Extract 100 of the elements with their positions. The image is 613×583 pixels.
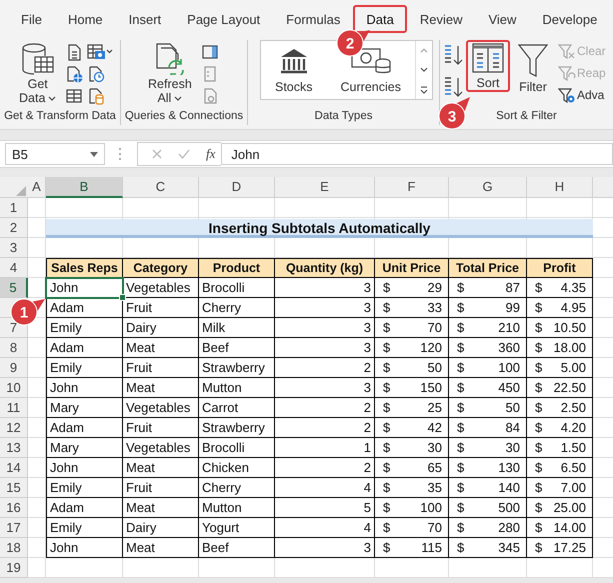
table-cell: Vegetables <box>123 438 199 458</box>
table-cell: Carrot <box>199 398 275 418</box>
amount: 25.00 <box>553 499 586 517</box>
amount: 42 <box>428 419 442 437</box>
amount: 84 <box>506 419 520 437</box>
table-cell: Yogurt <box>199 518 275 538</box>
currency-symbol: $ <box>535 419 542 437</box>
table-header-cell: Sales Reps <box>46 258 123 278</box>
amount: 33 <box>428 299 442 317</box>
callout-tooltip: 2 <box>336 30 370 56</box>
amount: 4.35 <box>560 279 586 297</box>
currency-symbol: $ <box>457 279 464 297</box>
amount: 140 <box>498 479 520 497</box>
table-cell: 1 <box>275 438 375 458</box>
currency-symbol: $ <box>535 479 542 497</box>
table-cell: Milk <box>199 318 275 338</box>
table-cell: Strawberry <box>199 358 275 378</box>
currency-symbol: $ <box>383 519 390 537</box>
table-cell: 4 <box>275 478 375 498</box>
amount: 120 <box>420 339 442 357</box>
table-cell: Adam <box>46 418 123 438</box>
amount: 87 <box>506 279 520 297</box>
table-cell: 3 <box>275 298 375 318</box>
table-header-cell: Quantity (kg) <box>275 258 375 278</box>
table-cell: 3 <box>275 538 375 558</box>
table-cell: 3 <box>275 318 375 338</box>
table-cell: Beef <box>199 538 275 558</box>
table-cell: 3 <box>275 278 375 298</box>
currency-symbol: $ <box>457 319 464 337</box>
currency-symbol: $ <box>535 539 542 557</box>
table-cell: Fruit <box>123 418 199 438</box>
table-cell: Brocolli <box>199 438 275 458</box>
currency-symbol: $ <box>383 439 390 457</box>
amount: 280 <box>498 519 520 537</box>
currency-symbol: $ <box>383 479 390 497</box>
amount: 35 <box>428 479 442 497</box>
amount: 100 <box>420 499 442 517</box>
sheet-title: Inserting Subtotals Automatically <box>46 219 593 238</box>
currency-symbol: $ <box>535 519 542 537</box>
currency-symbol: $ <box>535 319 542 337</box>
table-cell: 3 <box>275 338 375 358</box>
table-header-cell: Total Price <box>449 258 527 278</box>
currency-symbol: $ <box>535 379 542 397</box>
table-cell: Mary <box>46 398 123 418</box>
currency-symbol: $ <box>457 539 464 557</box>
amount: 500 <box>498 499 520 517</box>
table-cell: Meat <box>123 338 199 358</box>
table-cell: 2 <box>275 358 375 378</box>
amount: 100 <box>498 359 520 377</box>
table-cell: 2 <box>275 458 375 478</box>
table-cell: John <box>46 278 123 298</box>
amount: 50 <box>428 359 442 377</box>
currency-symbol: $ <box>457 419 464 437</box>
table-cell: Vegetables <box>123 278 199 298</box>
amount: 2.50 <box>560 399 586 417</box>
amount: 18.00 <box>553 339 586 357</box>
table-cell: Mutton <box>199 498 275 518</box>
table-cell: Fruit <box>123 478 199 498</box>
table-cell: Chicken <box>199 458 275 478</box>
amount: 70 <box>428 519 442 537</box>
currency-symbol: $ <box>383 319 390 337</box>
table-cell: Emily <box>46 358 123 378</box>
amount: 345 <box>498 539 520 557</box>
currency-symbol: $ <box>535 399 542 417</box>
amount: 65 <box>428 459 442 477</box>
table-cell: John <box>46 378 123 398</box>
currency-symbol: $ <box>383 539 390 557</box>
table-header-cell: Profit <box>527 258 593 278</box>
currency-symbol: $ <box>457 299 464 317</box>
amount: 25 <box>428 399 442 417</box>
group-label: Data Types <box>314 109 372 124</box>
table-cell: Emily <box>46 478 123 498</box>
amount: 14.00 <box>553 519 586 537</box>
amount: 17.25 <box>553 539 586 557</box>
currency-symbol: $ <box>383 359 390 377</box>
table-cell: Dairy <box>123 518 199 538</box>
currency-symbol: $ <box>535 459 542 477</box>
table-cell: Cherry <box>199 298 275 318</box>
currency-symbol: $ <box>535 339 542 357</box>
amount: 50 <box>506 399 520 417</box>
table-cell: Cherry <box>199 478 275 498</box>
amount: 4.20 <box>560 419 586 437</box>
currency-symbol: $ <box>383 279 390 297</box>
currency-symbol: $ <box>535 279 542 297</box>
table-cell: Vegetables <box>123 398 199 418</box>
table-cell: Emily <box>46 318 123 338</box>
table-cell: John <box>46 458 123 478</box>
amount: 450 <box>498 379 520 397</box>
table-cell: John <box>46 538 123 558</box>
table-cell: 2 <box>275 418 375 438</box>
amount: 150 <box>420 379 442 397</box>
currency-symbol: $ <box>383 299 390 317</box>
amount: 30 <box>506 439 520 457</box>
currency-symbol: $ <box>457 479 464 497</box>
table-cell: Strawberry <box>199 418 275 438</box>
amount: 22.50 <box>553 379 586 397</box>
amount: 1.50 <box>560 439 586 457</box>
amount: 70 <box>428 319 442 337</box>
table-header-cell: Category <box>123 258 199 278</box>
group-label: Get & Transform Data <box>4 109 116 124</box>
